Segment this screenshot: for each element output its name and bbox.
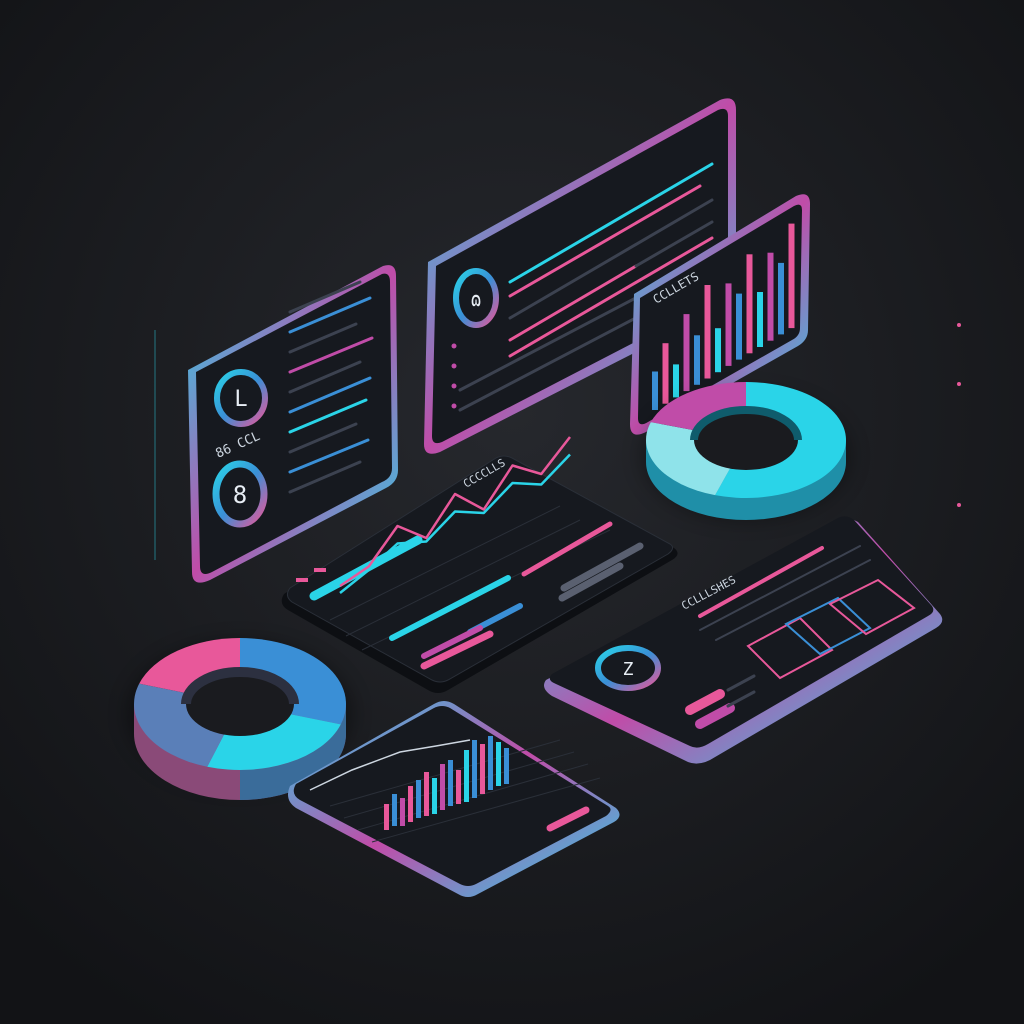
isometric-dashboard-scene: L 86 CCL 8 ɷ CCLLETS CCCCLLS CCLLLSHES Z: [0, 0, 1024, 1024]
gauge-a-glyph: L: [234, 387, 247, 412]
bar-7: [715, 328, 721, 373]
bar-4: [683, 314, 690, 392]
bar-9: [736, 293, 742, 360]
bar-5: [694, 335, 700, 385]
top-panel-gauge-glyph: ɷ: [470, 287, 482, 311]
decor-dot: [957, 503, 961, 507]
decor-dot: [957, 382, 961, 386]
bar-1: [652, 371, 658, 410]
bar-13: [778, 262, 784, 335]
bar-10: [746, 254, 753, 354]
bar-11: [757, 292, 763, 347]
bar-8: [725, 283, 732, 366]
decor-dot: [957, 323, 961, 327]
gauge-b-glyph: 8: [233, 481, 247, 509]
bar-3: [673, 364, 679, 398]
bar-2: [662, 343, 669, 404]
donut-right: [642, 382, 850, 520]
right-panel-gauge-glyph: Z: [623, 659, 634, 680]
bar-14: [788, 223, 795, 329]
bar-6: [704, 285, 711, 379]
bar-12: [767, 252, 774, 341]
